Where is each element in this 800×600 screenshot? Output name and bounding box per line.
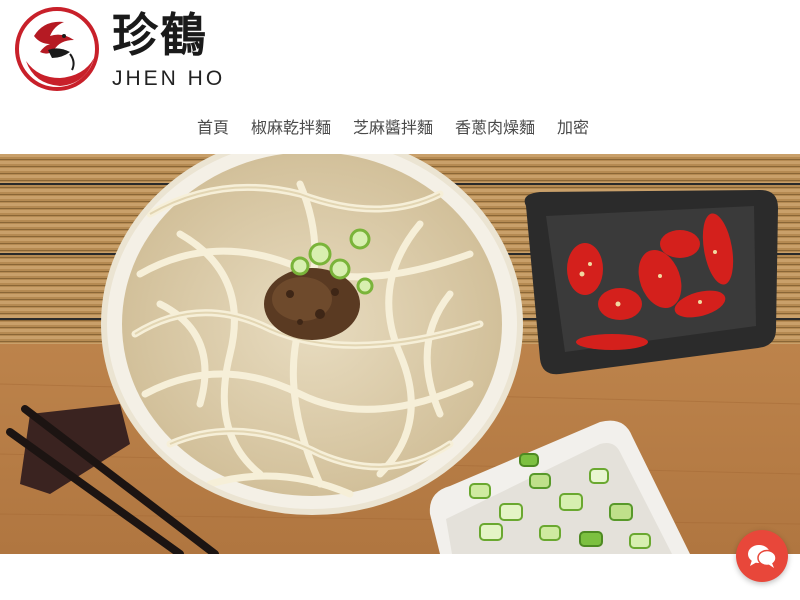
nav-item-home[interactable]: 首頁 [197,114,229,142]
hero-banner-image [0,154,800,554]
brand-name-zh: 珍鶴 [112,8,208,62]
nav-item-encrypted[interactable]: 加密 [557,114,589,142]
crane-logo-icon [15,7,99,91]
nav-item-sesame-noodles[interactable]: 芝麻醬拌麵 [353,114,433,142]
page-bottom-area [0,554,800,600]
nav-item-sichuan-pepper-noodles[interactable]: 椒麻乾拌麵 [251,114,331,142]
chat-button[interactable] [736,530,788,582]
nav-item-scallion-pork-noodles[interactable]: 香蔥肉燥麵 [455,114,535,142]
noodle-bowl-photo [0,154,800,554]
brand-name-en: JHEN HO [112,67,226,90]
brand-logo[interactable]: 珍鶴 JHEN HO [14,6,254,96]
chat-bubbles-icon [748,545,777,568]
main-nav: 首頁 椒麻乾拌麵 芝麻醬拌麵 香蔥肉燥麵 加密 [0,114,800,142]
